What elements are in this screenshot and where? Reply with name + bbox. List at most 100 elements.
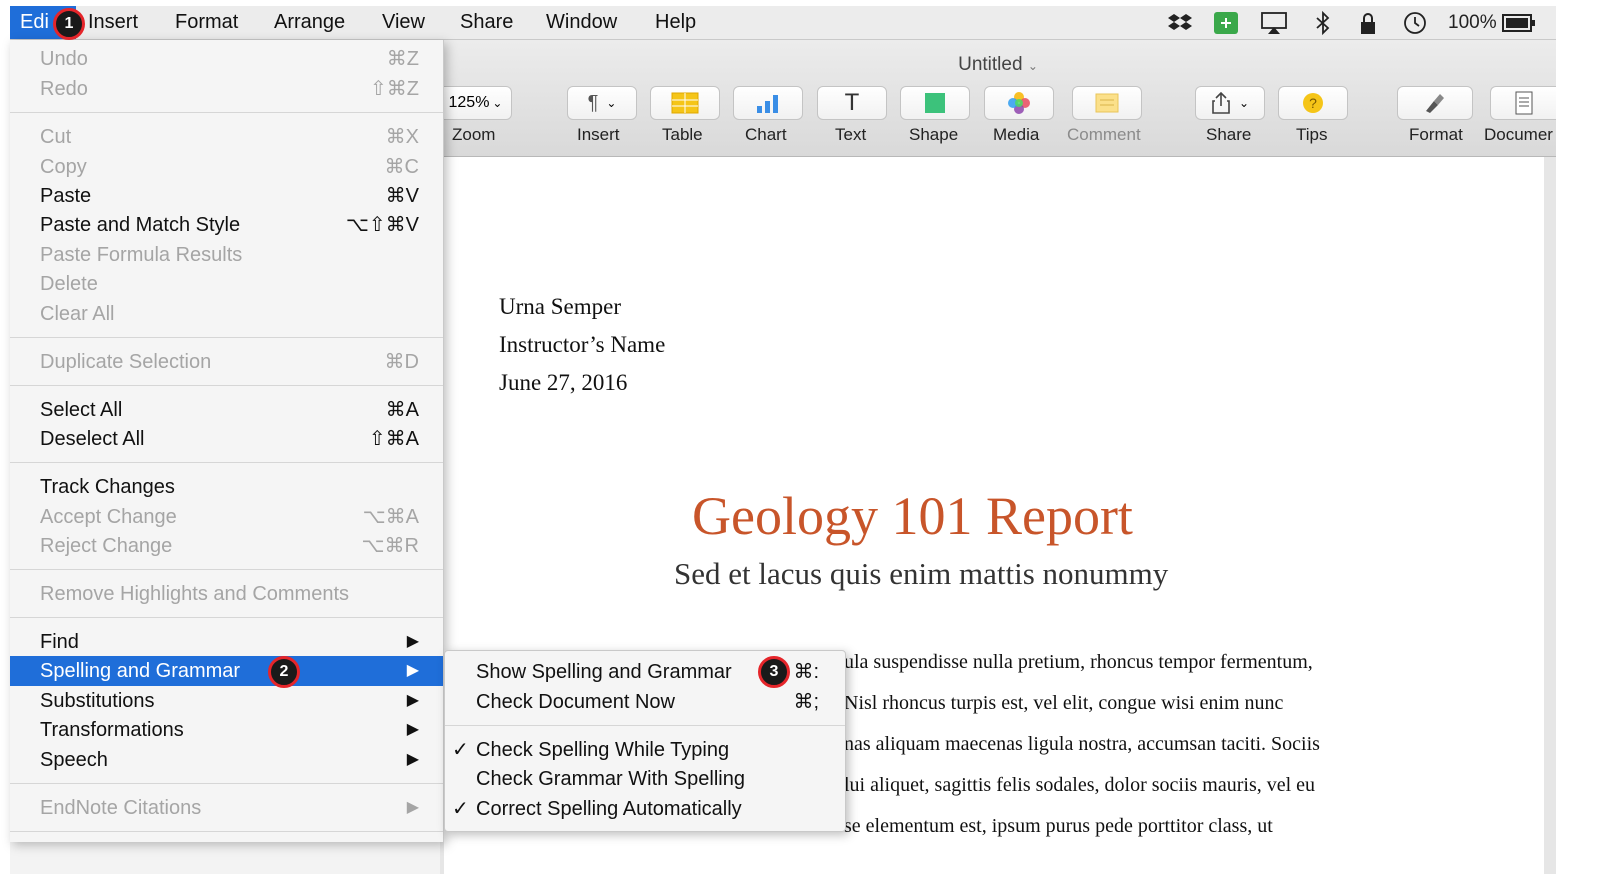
document-label: Documer <box>1484 125 1553 144</box>
paragraph-line[interactable]: lui aliquet, sagittis felis sodales, dol… <box>844 774 1315 797</box>
menu-item-substitutions[interactable]: Substitutions ▶ <box>10 686 443 716</box>
menu-item-label: Check Spelling While Typing <box>476 739 730 761</box>
media-button[interactable] <box>984 86 1054 120</box>
checkmark-icon: ✓ <box>452 798 469 820</box>
pilcrow-icon: ¶ <box>587 91 599 114</box>
text-button[interactable]: T <box>817 86 887 120</box>
menu-item-label: Delete <box>40 273 98 295</box>
menu-item-check-spelling-while-typing[interactable]: ✓ Check Spelling While Typing <box>445 735 845 765</box>
paragraph-line[interactable]: nas aliquam maecenas ligula nostra, accu… <box>844 733 1320 756</box>
menu-item-cut[interactable]: Cut ⌘X <box>10 122 443 152</box>
shortcut: ⌘C <box>384 156 419 178</box>
menu-item-check-grammar-with-spelling[interactable]: Check Grammar With Spelling <box>445 764 845 794</box>
battery-icon[interactable] <box>1502 13 1536 46</box>
menu-window[interactable]: Window <box>546 6 617 39</box>
photos-icon <box>1008 92 1030 114</box>
airplay-icon[interactable] <box>1260 11 1288 44</box>
evernote-icon[interactable] <box>1213 11 1239 44</box>
menu-item-redo[interactable]: Redo ⇧⌘Z <box>10 74 443 104</box>
menu-item-label: Spelling and Grammar <box>40 660 241 682</box>
menu-item-label: Deselect All <box>40 428 145 450</box>
zoom-dropdown[interactable]: 125% ⌄ <box>440 86 512 120</box>
menu-item-label: Correct Spelling Automatically <box>476 798 742 820</box>
time-machine-icon[interactable] <box>1402 10 1428 43</box>
menu-item-paste-formula-results[interactable]: Paste Formula Results <box>10 240 443 270</box>
menu-separator <box>10 385 443 386</box>
instructor-name[interactable]: Instructor’s Name <box>499 332 665 358</box>
shortcut: ⌥⇧⌘V <box>345 214 419 236</box>
menu-item-track-changes[interactable]: Track Changes <box>10 472 443 502</box>
media-label: Media <box>993 125 1040 144</box>
menu-item-deselect-all[interactable]: Deselect All ⇧⌘A <box>10 424 443 454</box>
menu-bar: Edi Insert Format Arrange View Share Win… <box>10 6 1556 40</box>
document-heading[interactable]: Geology 101 Report <box>692 485 1133 547</box>
format-button[interactable] <box>1397 86 1473 120</box>
menu-item-copy[interactable]: Copy ⌘C <box>10 152 443 182</box>
menu-format[interactable]: Format <box>175 6 238 39</box>
chevron-down-icon: ⌄ <box>606 96 617 110</box>
menu-item-speech[interactable]: Speech ▶ <box>10 745 443 775</box>
menu-item-reject-change[interactable]: Reject Change ⌥⌘R <box>10 531 443 561</box>
menu-item-duplicate-selection[interactable]: Duplicate Selection ⌘D <box>10 347 443 377</box>
window-title[interactable]: Untitled ⌄ <box>440 54 1556 76</box>
menu-item-undo[interactable]: Undo ⌘Z <box>10 44 443 74</box>
menu-view[interactable]: View <box>382 6 425 39</box>
bluetooth-icon[interactable] <box>1314 10 1332 43</box>
lock-icon[interactable] <box>1358 10 1378 43</box>
tips-button[interactable]: ? <box>1278 86 1348 120</box>
paragraph-line[interactable]: se elementum est, ipsum purus pede portt… <box>844 815 1273 838</box>
paragraph-line[interactable]: ula suspendisse nulla pretium, rhoncus t… <box>844 651 1313 674</box>
share-button[interactable]: ⌄ <box>1195 86 1265 120</box>
submenu-arrow-icon: ▶ <box>406 692 419 709</box>
menu-item-label: Duplicate Selection <box>40 351 212 373</box>
comment-button[interactable] <box>1072 86 1142 120</box>
menu-item-accept-change[interactable]: Accept Change ⌥⌘A <box>10 502 443 532</box>
menu-help[interactable]: Help <box>655 6 696 39</box>
menu-separator <box>445 725 845 726</box>
shape-button[interactable] <box>900 86 970 120</box>
menu-item-label: Copy <box>40 156 87 178</box>
menu-item-check-document-now[interactable]: Check Document Now ⌘; <box>445 687 845 717</box>
submenu-arrow-icon: ▶ <box>406 721 419 738</box>
dropbox-icon[interactable] <box>1167 11 1193 44</box>
menu-item-correct-spelling-automatically[interactable]: ✓ Correct Spelling Automatically <box>445 794 845 824</box>
menu-item-select-all[interactable]: Select All ⌘A <box>10 395 443 425</box>
document-date[interactable]: June 27, 2016 <box>499 370 627 396</box>
help-icon: ? <box>1303 93 1323 113</box>
menu-arrange[interactable]: Arrange <box>274 6 345 39</box>
menu-separator <box>10 617 443 618</box>
zoom-value: 125% <box>448 94 490 111</box>
menu-share[interactable]: Share <box>460 6 513 39</box>
menu-item-label: Paste and Match Style <box>40 214 241 236</box>
menu-item-label: Reject Change <box>40 535 173 557</box>
shortcut: ⌘D <box>384 351 419 373</box>
tips-label: Tips <box>1296 125 1328 144</box>
student-name[interactable]: Urna Semper <box>499 294 621 320</box>
table-button[interactable] <box>650 86 720 120</box>
shortcut: ⇧⌘Z <box>370 78 419 100</box>
paragraph-line[interactable]: Nisl rhoncus turpis est, vel elit, congu… <box>844 692 1283 715</box>
menu-separator <box>10 112 443 113</box>
menu-separator <box>10 569 443 570</box>
menu-item-paste[interactable]: Paste ⌘V <box>10 181 443 211</box>
insert-button[interactable]: ¶ ⌄ <box>567 86 637 120</box>
menu-item-label: EndNote Citations <box>40 797 202 819</box>
menu-item-spelling-and-grammar[interactable]: Spelling and Grammar ▶ <box>10 656 443 686</box>
battery-percent[interactable]: 100% <box>1448 6 1497 39</box>
shortcut: ⌥⌘R <box>361 535 420 557</box>
document-button[interactable] <box>1490 86 1556 120</box>
shortcut: ⌘V <box>385 185 419 207</box>
chart-button[interactable] <box>733 86 803 120</box>
menu-item-remove-highlights[interactable]: Remove Highlights and Comments <box>10 579 443 609</box>
menu-item-label: Cut <box>40 126 72 148</box>
menu-item-paste-match-style[interactable]: Paste and Match Style ⌥⇧⌘V <box>10 210 443 240</box>
step-badge-1: 1 <box>53 8 85 40</box>
share-icon <box>1212 91 1230 114</box>
menu-item-clear-all[interactable]: Clear All <box>10 299 443 329</box>
menu-item-find[interactable]: Find ▶ <box>10 627 443 657</box>
document-subtitle[interactable]: Sed et lacus quis enim mattis nonummy <box>674 556 1168 592</box>
menu-insert[interactable]: Insert <box>88 6 138 39</box>
menu-item-transformations[interactable]: Transformations ▶ <box>10 715 443 745</box>
menu-item-endnote-citations[interactable]: EndNote Citations ▶ <box>10 793 443 823</box>
menu-item-delete[interactable]: Delete <box>10 269 443 299</box>
